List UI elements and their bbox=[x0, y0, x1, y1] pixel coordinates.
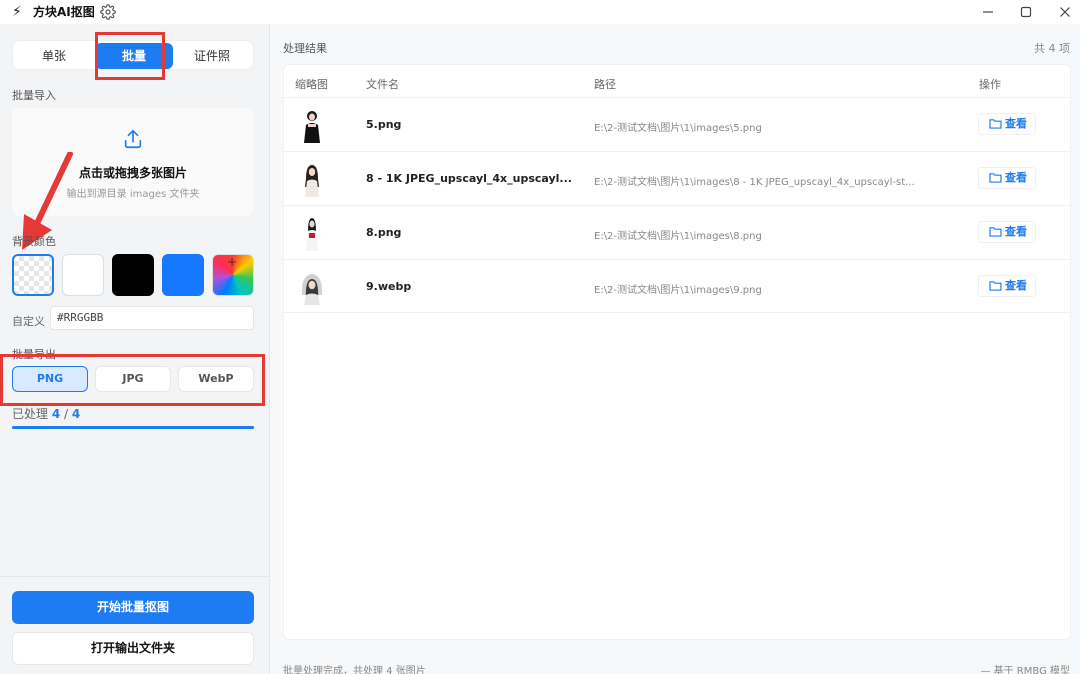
swatch-black[interactable] bbox=[112, 254, 154, 296]
progress-total: 4 bbox=[71, 407, 81, 421]
import-label: 批量导入 bbox=[12, 89, 56, 102]
custom-color-label: 自定义 bbox=[12, 315, 45, 328]
row-path: E:\2-测试文档\图片\1\images\8.png bbox=[594, 231, 762, 242]
thumbnail-image bbox=[298, 161, 326, 197]
progress-text: 已处理 4 / 4 bbox=[12, 405, 80, 422]
view-label: 查看 bbox=[1005, 117, 1027, 130]
results-count: 共 4 项 bbox=[1034, 42, 1070, 55]
row-path: E:\2-测试文档\图片\1\images\5.png bbox=[594, 123, 762, 134]
annotation-box-export bbox=[0, 354, 265, 406]
row-filename: 8 - 1K JPEG_upscayl_4x_upscayl... bbox=[366, 172, 572, 185]
row-filename: 9.webp bbox=[366, 280, 412, 293]
maximize-icon[interactable] bbox=[1017, 3, 1035, 21]
results-title: 处理结果 bbox=[283, 42, 327, 55]
row-filename: 8.png bbox=[366, 226, 402, 239]
open-output-folder-button[interactable]: 打开输出文件夹 bbox=[12, 632, 254, 665]
view-label: 查看 bbox=[1005, 225, 1027, 238]
plus-icon: + bbox=[227, 255, 238, 269]
view-button[interactable]: 查看 bbox=[978, 221, 1036, 243]
thumbnail-image bbox=[298, 107, 326, 143]
title-bar: ⚡ 方块AI抠图 bbox=[0, 0, 1080, 24]
results-table: 缩略图 文件名 路径 操作 5.png E:\2-测试文档\图片\1\image… bbox=[283, 64, 1071, 640]
folder-icon bbox=[989, 227, 1002, 237]
app-logo-icon: ⚡ bbox=[12, 4, 22, 20]
app-title: 方块AI抠图 bbox=[33, 5, 95, 19]
view-button[interactable]: 查看 bbox=[978, 275, 1036, 297]
gear-icon[interactable] bbox=[100, 4, 116, 20]
view-button[interactable]: 查看 bbox=[978, 167, 1036, 189]
row-path: E:\2-测试文档\图片\1\images\8 - 1K JPEG_upscay… bbox=[594, 177, 915, 188]
bg-color-label: 背景颜色 bbox=[12, 235, 56, 248]
view-button[interactable]: 查看 bbox=[978, 113, 1036, 135]
swatch-white[interactable] bbox=[62, 254, 104, 296]
table-row: 5.png E:\2-测试文档\图片\1\images\5.png 查看 bbox=[284, 97, 1070, 151]
progress-fill bbox=[12, 426, 254, 429]
tab-single[interactable]: 单张 bbox=[15, 43, 93, 69]
close-icon[interactable] bbox=[1056, 3, 1074, 21]
thumbnail-image bbox=[298, 215, 326, 251]
col-thumbnail: 缩略图 bbox=[295, 78, 328, 91]
progress-bar bbox=[12, 426, 254, 429]
col-path: 路径 bbox=[594, 78, 616, 91]
view-label: 查看 bbox=[1005, 279, 1027, 292]
folder-icon bbox=[989, 281, 1002, 291]
table-row: 9.webp E:\2-测试文档\图片\1\images\9.png 查看 bbox=[284, 259, 1070, 313]
swatch-blue[interactable] bbox=[162, 254, 204, 296]
sidebar: 单张 批量 证件照 批量导入 点击或拖拽多张图片 输出到源目录 images 文… bbox=[0, 24, 270, 674]
row-path: E:\2-测试文档\图片\1\images\9.png bbox=[594, 285, 762, 296]
start-batch-button[interactable]: 开始批量抠图 bbox=[12, 591, 254, 624]
model-info: — 基于 RMBG 模型 bbox=[980, 666, 1070, 674]
view-label: 查看 bbox=[1005, 171, 1027, 184]
tab-id-photo[interactable]: 证件照 bbox=[173, 43, 251, 69]
thumbnail-image bbox=[298, 269, 326, 305]
col-filename: 文件名 bbox=[366, 78, 399, 91]
progress-separator: / bbox=[64, 407, 69, 421]
custom-color-input[interactable]: #RRGGBB bbox=[50, 306, 254, 330]
progress-done: 4 bbox=[51, 407, 61, 421]
folder-icon bbox=[989, 173, 1002, 183]
table-row: 8.png E:\2-测试文档\图片\1\images\8.png 查看 bbox=[284, 205, 1070, 259]
annotation-box-batch-tab bbox=[95, 32, 165, 80]
swatch-transparent[interactable] bbox=[12, 254, 54, 296]
sidebar-divider bbox=[0, 576, 269, 577]
upload-icon bbox=[124, 129, 142, 149]
minimize-icon[interactable] bbox=[979, 3, 997, 21]
col-action: 操作 bbox=[979, 78, 1001, 91]
row-filename: 5.png bbox=[366, 118, 402, 131]
swatch-custom[interactable]: + bbox=[212, 254, 254, 296]
progress-label: 已处理 bbox=[12, 407, 49, 421]
table-row: 8 - 1K JPEG_upscayl_4x_upscayl... E:\2-测… bbox=[284, 151, 1070, 205]
folder-icon bbox=[989, 119, 1002, 129]
status-message: 批量处理完成，共处理 4 张图片 bbox=[283, 666, 426, 674]
main-panel: 处理结果 共 4 项 缩略图 文件名 路径 操作 5.png E:\2-测试文档… bbox=[270, 24, 1080, 674]
